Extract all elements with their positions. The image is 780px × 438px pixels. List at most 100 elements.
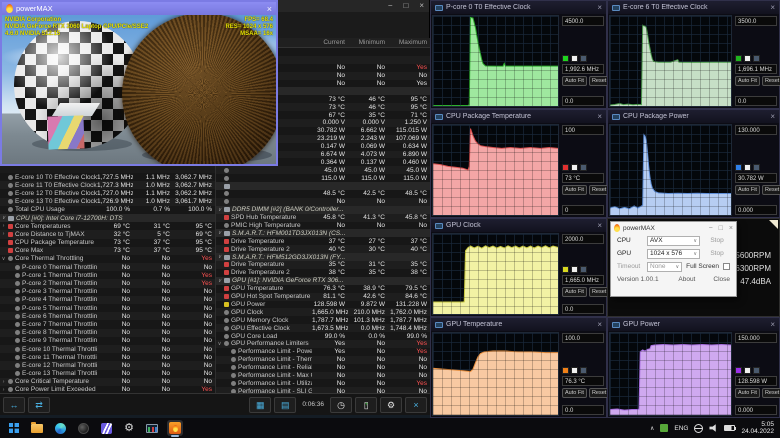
sensor-section-row[interactable]: ∨ DDR5 DIMM [#2] (BANK 0/Controller... <box>216 205 430 214</box>
sensor-row[interactable]: P-core 5 Thermal Throttling No No No <box>0 304 215 313</box>
sensor-row[interactable]: E-core 13 Thermal Throttling No No No <box>0 369 215 378</box>
sensor-row[interactable]: P-core 2 Thermal Throttling No No Yes <box>0 279 215 288</box>
sensor-row[interactable]: GPU Hot Spot Temperature 81.1 °C 42.6 °C 84… <box>216 292 430 301</box>
sensor-row[interactable]: Total CPU Usage 100.0 % 0.7 % 100.0 % <box>0 205 215 214</box>
powermax-dialog-titlebar[interactable]: powerMAX − □ × <box>611 222 736 234</box>
sensor-row[interactable]: Performance Limit - Power Yes No Yes <box>216 347 430 356</box>
sensor-row[interactable]: 45.0 W 45.0 W 45.0 W <box>216 166 430 175</box>
sensor-row[interactable]: › Core Temperatures 69 °C 31 °C 95 °C <box>0 222 215 231</box>
sensor-row[interactable]: E-core 10 T0 Effective Clock 1,727.5 MHz 1… <box>0 173 215 182</box>
sensor-row[interactable]: Drive Temperature 35 °C 31 °C 35 °C <box>216 261 430 269</box>
sensor-row[interactable]: E-core 13 T0 Effective Clock 1,726.9 MHz 1… <box>0 197 215 206</box>
close-icon[interactable]: × <box>770 3 775 12</box>
header-current[interactable]: Current <box>312 39 348 46</box>
about-button[interactable]: About <box>678 276 695 283</box>
background-color-swatch[interactable] <box>744 366 751 374</box>
report-button[interactable]: ▯+ <box>355 396 377 413</box>
sensor-section-row[interactable]: ∨ S.M.A.R.T.: HFM512GD3JX013N (FY... <box>216 253 430 262</box>
sensor-row[interactable]: Performance Limit - Reliability Volt... N… <box>216 363 430 372</box>
background-color-swatch[interactable] <box>571 266 578 274</box>
sensor-row[interactable]: Performance Limit - Max Operatin... No No N… <box>216 371 430 380</box>
sensor-row[interactable]: GPU Temperature 76.3 °C 38.9 °C 79.5 °C <box>216 284 430 293</box>
sensor-row[interactable]: Performance Limit - Thermal No No No <box>216 355 430 364</box>
reset-button[interactable]: Reset <box>761 185 780 196</box>
close-icon[interactable]: × <box>597 112 602 121</box>
hwinfo-button[interactable] <box>144 420 160 436</box>
sensor-row[interactable]: No No No <box>216 197 430 206</box>
sensor-row[interactable]: PMIC High Temperature No No No <box>216 221 430 230</box>
sensor-row[interactable]: › Core Critical Temperature No No No <box>0 377 215 386</box>
sensors-monitor-button[interactable]: ▦ <box>249 396 272 413</box>
sensor-row[interactable]: ∨ Core Thermal Throttling No No Yes <box>0 254 215 264</box>
minimize-icon[interactable]: − <box>709 225 713 232</box>
grid-color-swatch[interactable] <box>753 366 760 374</box>
clock-icon[interactable]: ◷ <box>330 396 352 413</box>
close-icon[interactable]: × <box>729 225 733 232</box>
graph-titlebar[interactable]: CPU Package Temperature × <box>431 110 606 123</box>
graph-titlebar[interactable]: CPU Package Power × <box>608 110 779 123</box>
language-indicator[interactable]: ENG <box>674 425 688 432</box>
sensor-row[interactable]: 115.0 W 115.0 W 115.0 W <box>216 174 430 183</box>
close-icon[interactable]: × <box>597 320 602 329</box>
background-color-swatch[interactable] <box>744 164 751 172</box>
grid-color-swatch[interactable] <box>753 164 760 172</box>
series-color-swatch[interactable] <box>562 164 569 172</box>
background-color-swatch[interactable] <box>571 164 578 172</box>
header-minimum[interactable]: Minimum <box>348 39 388 46</box>
close-sensors-button[interactable]: × <box>405 396 427 413</box>
autofit-button[interactable]: Auto Fit <box>562 387 587 398</box>
sensor-row[interactable]: Drive Temperature 37 °C 27 °C 37 °C <box>216 237 430 246</box>
battery-icon[interactable] <box>724 425 737 431</box>
powermax-render-titlebar[interactable]: powerMAX × <box>2 2 276 15</box>
maximize-icon[interactable]: □ <box>403 0 408 12</box>
series-color-swatch[interactable] <box>562 55 569 63</box>
sensor-row[interactable]: E-core 11 Thermal Throttling No No No <box>0 353 215 362</box>
close-icon[interactable]: × <box>419 0 424 12</box>
grid-color-swatch[interactable] <box>580 266 587 274</box>
series-color-swatch[interactable] <box>735 366 742 374</box>
background-color-swatch[interactable] <box>744 55 751 63</box>
autofit-button[interactable]: Auto Fit <box>562 185 587 196</box>
autofit-button[interactable]: Auto Fit <box>562 287 587 298</box>
close-icon[interactable]: × <box>770 112 775 121</box>
sensor-row[interactable]: GPU Clock 1,665.0 MHz 210.0 MHz 1,762.0 MHz <box>216 308 430 317</box>
grid-color-swatch[interactable] <box>580 164 587 172</box>
sensor-row[interactable]: P-core 0 Thermal Throttling No No No <box>0 263 215 272</box>
reset-button[interactable]: Reset <box>761 76 780 87</box>
sensor-row[interactable]: GPU Effective Clock 1,673.5 MHz 0.0 MHz 1,7… <box>216 324 430 333</box>
cpu-stop-button[interactable]: Stop <box>704 237 730 244</box>
series-color-swatch[interactable] <box>735 55 742 63</box>
settings-button[interactable]: ⚙ <box>121 420 137 436</box>
remote-monitor-button[interactable]: ▤ <box>274 396 297 413</box>
graph-titlebar[interactable]: GPU Power × <box>608 318 779 331</box>
sensor-row[interactable]: ∨ GPU Performance Limiters Yes No Yes <box>216 339 430 348</box>
fullscreen-checkbox[interactable] <box>723 263 730 270</box>
autofit-button[interactable]: Auto Fit <box>562 76 587 87</box>
sensor-section-row[interactable] <box>216 182 430 191</box>
gpu-stop-button[interactable]: Stop <box>704 250 730 257</box>
sensor-row[interactable]: Core Max 73 °C 37 °C 95 °C <box>0 246 215 255</box>
start-button[interactable] <box>6 420 22 436</box>
autofit-button[interactable]: Auto Fit <box>735 387 760 398</box>
app-button-purple[interactable] <box>98 420 114 436</box>
sensor-section-row[interactable]: ∨ GPU [#1]: NVIDIA GeForce RTX 306... <box>216 276 430 285</box>
nav-collapse-button[interactable]: ⇄ <box>28 396 50 413</box>
grid-color-swatch[interactable] <box>753 55 760 63</box>
sensor-section-row[interactable]: ∨ S.M.A.R.T.: HFM001TD3JX013N (CS... <box>216 229 430 238</box>
sensor-row[interactable]: E-core 12 T0 Effective Clock 1,727.0 MHz 1… <box>0 189 215 198</box>
clock[interactable]: 5:05 24.04.2022 <box>741 421 774 435</box>
sensor-row[interactable]: Performance Limit - Utilization No No Yes <box>216 379 430 388</box>
grid-color-swatch[interactable] <box>580 366 587 374</box>
file-explorer-button[interactable] <box>29 420 45 436</box>
graph-titlebar[interactable]: E-core 6 T0 Effective Clock × <box>608 1 779 14</box>
timeout-select[interactable]: None ∨ <box>647 261 683 272</box>
sensor-row[interactable]: Drive Temperature 2 38 °C 35 °C 38 °C <box>216 268 430 277</box>
background-color-swatch[interactable] <box>571 366 578 374</box>
edge-browser-button[interactable] <box>52 420 68 436</box>
sensor-row[interactable]: 48.5 °C 42.5 °C 48.5 °C <box>216 190 430 198</box>
sensor-row[interactable]: › Core Distance to TjMAX 32 °C 5 °C 69 °C <box>0 230 215 239</box>
tray-chevron-icon[interactable]: ∧ <box>650 425 654 432</box>
sensor-row[interactable]: E-core 10 Thermal Throttling No No No <box>0 344 215 354</box>
sensor-row[interactable]: GPU Power 128.598 W 9.872 W 131.228 W <box>216 300 430 309</box>
sensor-row[interactable]: P-core 3 Thermal Throttling No No No <box>0 287 215 296</box>
